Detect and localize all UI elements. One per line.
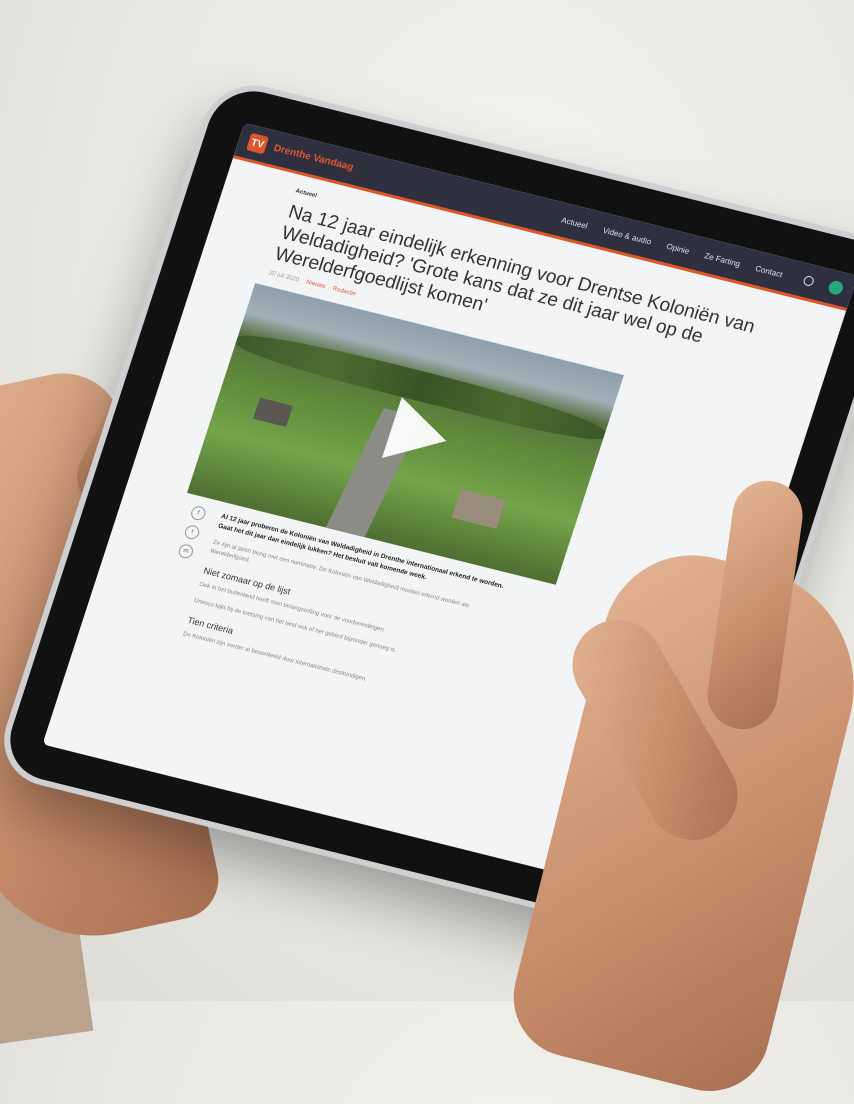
avatar[interactable] <box>826 279 845 297</box>
nav-item-opinie[interactable]: Opinie <box>665 241 690 255</box>
breadcrumb-home[interactable]: Actueel <box>295 188 318 199</box>
nav-item-contact[interactable]: Contact <box>754 263 784 278</box>
twitter-icon[interactable]: t <box>183 523 202 541</box>
mail-icon[interactable]: m <box>176 542 195 560</box>
video-farmhouse <box>451 489 506 529</box>
facebook-icon[interactable]: f <box>189 504 208 522</box>
search-icon[interactable] <box>802 274 816 287</box>
nav-item-video[interactable]: Video & audio <box>602 225 653 246</box>
article-author[interactable]: Redactie <box>332 286 357 297</box>
video-house <box>253 397 293 427</box>
logo-icon[interactable]: TV <box>246 132 270 155</box>
nav-item-farting[interactable]: Ze Farting <box>703 251 741 268</box>
article-tag[interactable]: Nieuws <box>305 280 326 290</box>
brand-name[interactable]: Drenthe Vandaag <box>272 142 355 172</box>
play-icon[interactable] <box>381 396 457 472</box>
article-date: 20 juli 2020 <box>267 270 300 284</box>
nav-item-actueel[interactable]: Actueel <box>560 215 589 230</box>
